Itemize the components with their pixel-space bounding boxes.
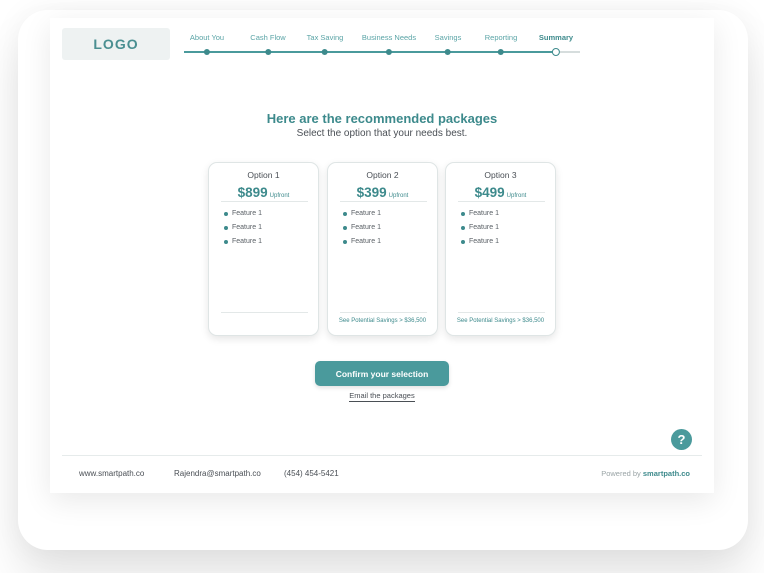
step-label: About You (189, 33, 225, 42)
footer-divider (62, 455, 702, 456)
feature-list: Feature 1 Feature 1 Feature 1 (460, 208, 499, 250)
feature-list: Feature 1 Feature 1 Feature 1 (223, 208, 262, 250)
confirm-selection-button[interactable]: Confirm your selection (315, 361, 449, 386)
step-label: Summary (538, 33, 574, 42)
email-packages-link[interactable]: Email the packages (349, 391, 415, 402)
step-label: Tax Saving (306, 33, 344, 42)
option-card-3[interactable]: Option 3 $499 Upfront Feature 1 Feature 1… (445, 162, 556, 336)
feature-item: Feature 1 (342, 208, 381, 222)
step-label: Reporting (484, 33, 518, 42)
option-price: $499 (474, 185, 505, 200)
option-divider (340, 201, 427, 202)
footer-phone[interactable]: (454) 454-5421 (284, 469, 339, 478)
feature-item: Feature 1 (460, 236, 499, 250)
option-price: $899 (237, 185, 268, 200)
step-tax-saving[interactable]: Tax Saving (306, 32, 344, 55)
step-label: Business Needs (361, 33, 417, 42)
option-title: Option 1 (247, 170, 280, 180)
option-card-2[interactable]: Option 2 $399 Upfront Feature 1 Feature 1… (327, 162, 438, 336)
see-savings-link[interactable]: See Potential Savings > $36,500 (328, 318, 437, 324)
step-about-you[interactable]: About You (190, 32, 224, 55)
page-title: Here are the recommended packages (266, 111, 498, 126)
step-savings[interactable]: Savings (434, 32, 462, 55)
step-dot (385, 49, 392, 55)
footer-email[interactable]: Rajendra@smartpath.co (174, 469, 261, 478)
step-summary[interactable]: Summary (539, 32, 573, 56)
option-title: Option 2 (366, 170, 399, 180)
step-label: Cash Flow (250, 33, 286, 42)
page-subtitle: Select the option that your needs best. (296, 128, 468, 139)
email-packages-row: Email the packages (50, 391, 714, 402)
option-divider (458, 201, 545, 202)
powered-by-brand[interactable]: smartpath.co (643, 469, 690, 478)
step-dot (265, 49, 271, 55)
feature-item: Feature 1 (223, 222, 262, 236)
option-card-1[interactable]: Option 1 $899 Upfront Feature 1 Feature 1… (208, 162, 319, 336)
option-bottom-divider (458, 312, 545, 313)
option-upfront-label: Upfront (388, 193, 409, 199)
feature-item: Feature 1 (342, 222, 381, 236)
feature-item: Feature 1 (460, 222, 499, 236)
option-bottom-divider (340, 312, 427, 313)
progress-stepper: About You Cash Flow Tax Saving Business … (184, 32, 580, 62)
help-icon[interactable]: ? (671, 429, 692, 450)
step-cash-flow[interactable]: Cash Flow (250, 32, 286, 55)
option-price: $399 (356, 185, 387, 200)
feature-item: Feature 1 (460, 208, 499, 222)
step-reporting[interactable]: Reporting (484, 32, 518, 55)
app-window: LOGO About You Cash Flow Tax Saving Busi… (50, 18, 714, 493)
option-upfront-label: Upfront (269, 193, 290, 199)
option-bottom-divider (221, 312, 308, 313)
option-upfront-label: Upfront (506, 193, 527, 199)
feature-item: Feature 1 (342, 236, 381, 250)
logo[interactable]: LOGO (62, 28, 170, 60)
step-dot (322, 49, 328, 55)
see-savings-link[interactable]: See Potential Savings > $36,500 (446, 318, 555, 324)
powered-by: Powered by smartpath.co (601, 469, 690, 478)
option-price-row: $499 Upfront (446, 184, 555, 202)
option-price-row: $899 Upfront (209, 184, 318, 202)
step-dot (498, 49, 504, 55)
option-title: Option 3 (484, 170, 517, 180)
footer-website[interactable]: www.smartpath.co (79, 469, 144, 478)
powered-by-prefix: Powered by (601, 469, 641, 478)
step-dot-current (552, 48, 560, 56)
option-divider (221, 201, 308, 202)
option-price-row: $399 Upfront (328, 184, 437, 202)
feature-item: Feature 1 (223, 236, 262, 250)
feature-list: Feature 1 Feature 1 Feature 1 (342, 208, 381, 250)
step-business-needs[interactable]: Business Needs (362, 32, 416, 55)
step-label: Savings (434, 33, 462, 42)
step-dot (445, 49, 451, 55)
step-dot (204, 49, 210, 55)
feature-item: Feature 1 (223, 208, 262, 222)
